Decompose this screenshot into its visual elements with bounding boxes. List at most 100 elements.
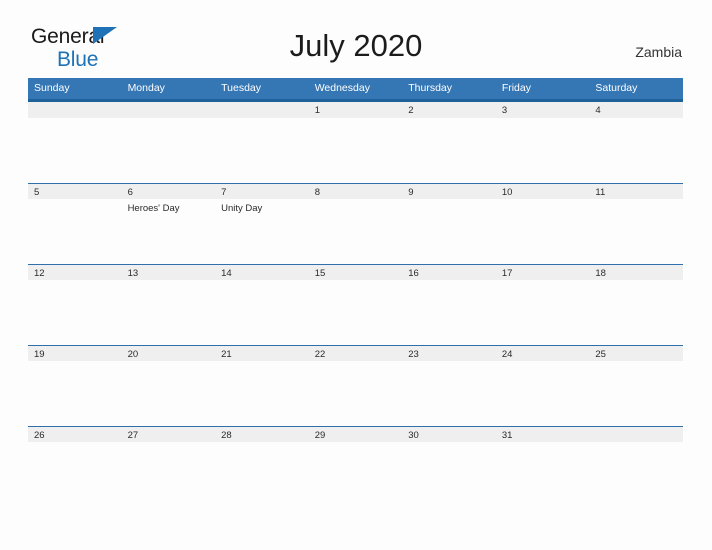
calendar-day-cell[interactable]: 18 — [589, 264, 683, 345]
day-number: 20 — [121, 345, 216, 361]
weekday-header-row: Sunday Monday Tuesday Wednesday Thursday… — [28, 78, 683, 102]
calendar-day-cell[interactable]: 16 — [402, 264, 496, 345]
calendar-day-cell[interactable]: 7 Unity Day — [215, 183, 309, 264]
day-events — [496, 361, 590, 364]
day-cell-inner: 7 Unity Day — [215, 183, 309, 264]
calendar-day-cell[interactable]: 5 — [28, 183, 122, 264]
day-events — [28, 280, 122, 283]
day-number: 28 — [215, 426, 309, 442]
calendar-day-cell[interactable]: 12 — [28, 264, 122, 345]
calendar-day-cell[interactable]: 25 — [589, 345, 683, 426]
calendar-day-cell[interactable]: 24 — [495, 345, 590, 426]
weekday-header-thursday: Thursday — [402, 78, 496, 102]
calendar-day-cell[interactable]: 22 — [308, 345, 403, 426]
day-cell-inner: 28 — [215, 426, 309, 507]
day-cell-inner: 22 — [308, 345, 403, 426]
day-events — [496, 118, 590, 121]
calendar-day-cell[interactable]: 14 — [215, 264, 309, 345]
calendar-day-cell[interactable]: 11 — [589, 183, 683, 264]
holiday-label: Unity Day — [221, 203, 263, 214]
calendar-day-cell[interactable]: 3 — [495, 100, 590, 183]
day-number: 9 — [402, 183, 496, 199]
calendar-day-cell[interactable]: 1 — [308, 100, 403, 183]
day-number — [28, 102, 122, 118]
day-number: 1 — [308, 102, 403, 118]
calendar-day-cell[interactable]: 9 — [402, 183, 496, 264]
day-number: 22 — [308, 345, 403, 361]
holiday-label: Heroes' Day — [127, 203, 180, 214]
calendar-empty-cell — [121, 100, 216, 183]
calendar-day-cell[interactable]: 8 — [308, 183, 403, 264]
day-number: 12 — [28, 264, 122, 280]
weekday-header-sunday: Sunday — [28, 78, 122, 102]
day-events — [496, 280, 590, 283]
day-cell-inner: 31 — [495, 426, 590, 507]
day-cell-inner: 13 — [121, 264, 216, 345]
day-events — [215, 442, 309, 445]
day-events — [402, 199, 496, 202]
day-number: 26 — [28, 426, 122, 442]
day-events — [309, 118, 403, 121]
calendar-day-cell[interactable]: 10 — [495, 183, 590, 264]
day-events — [309, 442, 403, 445]
day-number: 13 — [121, 264, 216, 280]
calendar-day-cell[interactable]: 15 — [308, 264, 403, 345]
calendar-day-cell[interactable]: 21 — [215, 345, 309, 426]
day-number: 29 — [308, 426, 403, 442]
calendar-day-cell[interactable]: 6 Heroes' Day — [121, 183, 216, 264]
calendar-page: General Blue July 2020 Zambia Sunday Mon… — [0, 0, 712, 550]
calendar-day-cell[interactable]: 26 — [28, 426, 122, 507]
calendar-day-cell[interactable]: 4 — [589, 100, 683, 183]
day-number: 14 — [215, 264, 309, 280]
weekday-header-wednesday: Wednesday — [308, 78, 403, 102]
day-number: 17 — [495, 264, 590, 280]
calendar-day-cell[interactable]: 28 — [215, 426, 309, 507]
calendar-day-cell[interactable]: 17 — [495, 264, 590, 345]
day-number: 15 — [308, 264, 403, 280]
day-events — [402, 280, 496, 283]
calendar-day-cell[interactable]: 20 — [121, 345, 216, 426]
calendar-day-cell[interactable]: 29 — [308, 426, 403, 507]
day-events — [496, 442, 590, 445]
day-number: 25 — [589, 345, 683, 361]
day-events — [309, 199, 403, 202]
day-cell-inner: 19 — [28, 345, 122, 426]
day-events — [589, 118, 683, 121]
day-cell-inner: 12 — [28, 264, 122, 345]
country-label: Zambia — [635, 44, 682, 60]
day-number — [589, 426, 683, 442]
calendar-day-cell[interactable]: 23 — [402, 345, 496, 426]
day-number: 18 — [589, 264, 683, 280]
calendar-day-cell[interactable]: 19 — [28, 345, 122, 426]
day-cell-inner: 21 — [215, 345, 309, 426]
day-events — [122, 280, 216, 283]
day-number: 30 — [402, 426, 496, 442]
page-title: July 2020 — [289, 28, 423, 63]
day-events — [122, 442, 216, 445]
day-number: 3 — [495, 102, 590, 118]
page-header: General Blue July 2020 Zambia — [0, 0, 712, 70]
day-cell-inner — [121, 102, 216, 183]
day-number: 6 — [121, 183, 216, 199]
day-cell-inner: 20 — [121, 345, 216, 426]
calendar-week-row: 26 27 28 29 30 31 — [28, 426, 683, 507]
calendar-grid: Sunday Monday Tuesday Wednesday Thursday… — [28, 78, 683, 507]
calendar-day-cell[interactable]: 30 — [402, 426, 496, 507]
day-number: 19 — [28, 345, 122, 361]
day-number: 11 — [589, 183, 683, 199]
day-cell-inner: 10 — [495, 183, 590, 264]
day-cell-inner: 9 — [402, 183, 496, 264]
calendar-week-row: 1234 — [28, 100, 683, 183]
day-events — [122, 118, 216, 121]
day-cell-inner: 29 — [308, 426, 403, 507]
calendar-day-cell[interactable]: 13 — [121, 264, 216, 345]
calendar-day-cell[interactable]: 31 — [495, 426, 590, 507]
day-events — [402, 442, 496, 445]
calendar-day-cell[interactable]: 2 — [402, 100, 496, 183]
day-number: 8 — [308, 183, 403, 199]
calendar-empty-cell — [589, 426, 683, 507]
day-number: 31 — [495, 426, 590, 442]
day-events — [589, 199, 683, 202]
calendar-empty-cell — [215, 100, 309, 183]
calendar-day-cell[interactable]: 27 — [121, 426, 216, 507]
